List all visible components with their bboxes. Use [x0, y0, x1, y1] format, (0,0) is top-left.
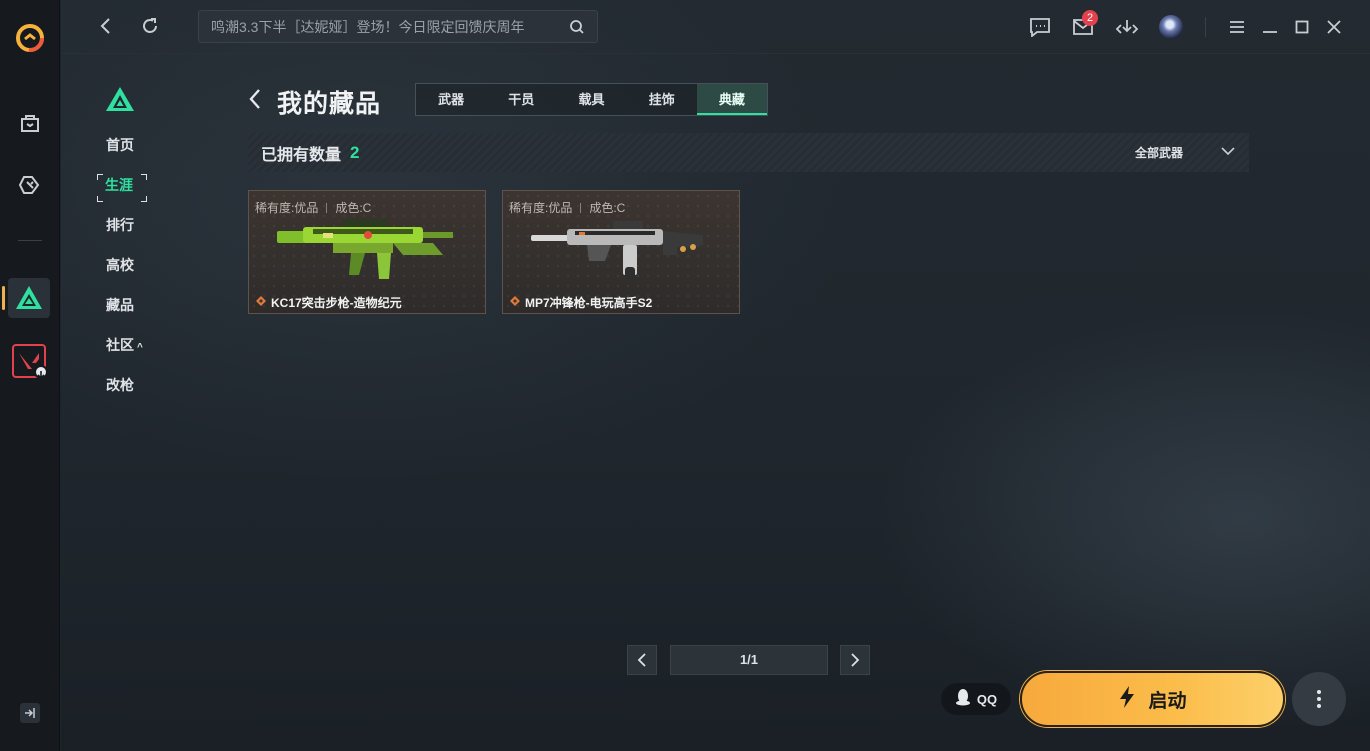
- qq-login-button[interactable]: QQ: [941, 683, 1011, 715]
- tab-charms[interactable]: 挂饰: [627, 84, 697, 115]
- meta-divider: [326, 202, 328, 213]
- nav-item-label: 藏品: [106, 297, 134, 313]
- collection-card[interactable]: 稀有度:优品 成色:C MP7冲锋枪-电玩高手S2: [502, 190, 740, 314]
- active-indicator: [2, 286, 5, 310]
- rail-divider: [18, 240, 42, 241]
- next-page-button[interactable]: [840, 645, 870, 675]
- card-rarity: 稀有度:优品: [509, 201, 573, 215]
- top-bar: 2: [61, 0, 1370, 54]
- nav-item-label: 改枪: [106, 377, 134, 393]
- refresh-icon[interactable]: [138, 14, 162, 38]
- avatar-image: [1159, 15, 1183, 39]
- weapon-filter-dropdown[interactable]: 全部武器: [1135, 143, 1235, 161]
- user-avatar[interactable]: [1158, 14, 1184, 40]
- maximize-icon[interactable]: [1291, 14, 1313, 40]
- qq-penguin-icon: [955, 688, 971, 711]
- tab-collector[interactable]: 典藏: [696, 84, 768, 115]
- nav-item-career[interactable]: 生涯: [105, 172, 143, 212]
- minimize-icon[interactable]: [1259, 14, 1281, 40]
- category-tabs: 武器 干员 载具 挂饰 典藏: [415, 83, 768, 116]
- card-name: KC17突击步枪-造物纪元: [271, 295, 402, 310]
- nav-item-label: 首页: [106, 137, 134, 153]
- owned-count-label: 已拥有数量: [261, 146, 342, 164]
- card-grade: 成色:C: [589, 201, 626, 215]
- app-window: 2: [0, 0, 1370, 751]
- more-vertical-icon: [1317, 690, 1321, 708]
- mail-icon[interactable]: 2: [1070, 10, 1098, 40]
- collapse-sidebar-icon[interactable]: [20, 703, 40, 723]
- left-rail: [0, 0, 60, 751]
- nav-item-community[interactable]: 社区 ^: [105, 332, 143, 372]
- tab-operators[interactable]: 干员: [486, 84, 556, 115]
- tab-vehicles[interactable]: 载具: [556, 84, 626, 115]
- prev-page-button[interactable]: [627, 645, 657, 675]
- meta-divider: [580, 202, 582, 213]
- filter-label: 全部武器: [1134, 145, 1183, 160]
- owned-count-value: 2: [350, 142, 360, 162]
- download-manager-icon[interactable]: [1114, 14, 1140, 40]
- chevron-right-icon: [851, 653, 860, 667]
- section-nav: 首页 生涯 排行 高校 藏品 社区 ^ 改枪: [105, 132, 143, 412]
- search-input[interactable]: [211, 18, 569, 35]
- topbar-divider: [1205, 17, 1206, 37]
- nav-item-campus[interactable]: 高校: [105, 252, 143, 292]
- search-icon[interactable]: [569, 19, 585, 35]
- delta-force-game-icon[interactable]: [8, 278, 50, 318]
- launch-button[interactable]: 启动: [1020, 671, 1285, 727]
- lightning-icon: [1118, 685, 1136, 714]
- nav-item-gunsmith[interactable]: 改枪: [105, 372, 143, 412]
- close-icon[interactable]: [1323, 14, 1345, 40]
- collection-card[interactable]: 稀有度:优品 成色:C KC17突击步枪-造物纪元: [248, 190, 486, 314]
- nav-item-label: 生涯: [101, 175, 137, 195]
- tab-weapons[interactable]: 武器: [416, 84, 486, 115]
- card-name: MP7冲锋枪-电玩高手S2: [525, 295, 653, 310]
- card-grade: 成色:C: [335, 201, 372, 215]
- client-logo-icon[interactable]: [14, 22, 46, 54]
- page-back-icon[interactable]: [248, 86, 268, 112]
- chevron-left-icon: [637, 653, 646, 667]
- back-icon[interactable]: [94, 14, 118, 38]
- owned-count-bar: 已拥有数量 2 全部武器: [248, 133, 1249, 172]
- qq-label: QQ: [976, 691, 998, 707]
- main-area: 2: [61, 0, 1370, 751]
- card-rarity: 稀有度:优品: [255, 201, 319, 215]
- card-name-row: MP7冲锋枪-电玩高手S2: [510, 293, 652, 311]
- nav-item-ranking[interactable]: 排行: [105, 212, 143, 252]
- nav-item-label: 社区: [106, 337, 134, 353]
- launch-label: 启动: [1148, 690, 1187, 712]
- chat-icon[interactable]: [1027, 14, 1053, 40]
- page-title: 我的藏品: [277, 90, 382, 118]
- chevron-down-icon: [1221, 143, 1235, 161]
- nav-item-home[interactable]: 首页: [105, 132, 143, 172]
- mp7-smg-image: [531, 221, 703, 281]
- download-badge-icon: [34, 365, 48, 380]
- expand-caret-icon: ^: [137, 342, 143, 353]
- nav-item-collection[interactable]: 藏品: [105, 292, 143, 332]
- nav-item-label: 排行: [106, 217, 134, 233]
- card-meta: 稀有度:优品 成色:C: [255, 199, 371, 216]
- rarity-diamond-icon: [510, 293, 520, 311]
- game-logo-icon: [105, 86, 135, 112]
- rarity-diamond-icon: [256, 293, 266, 311]
- gamepad-icon[interactable]: [15, 170, 45, 200]
- mail-unread-badge: 2: [1082, 10, 1098, 26]
- kc17-rifle-image: [277, 219, 453, 279]
- menu-icon[interactable]: [1226, 14, 1248, 40]
- more-options-button[interactable]: [1292, 672, 1346, 726]
- card-meta: 稀有度:优品 成色:C: [509, 199, 625, 216]
- nav-item-label: 高校: [106, 257, 134, 273]
- search-bar[interactable]: [198, 10, 598, 43]
- store-bag-icon[interactable]: [15, 108, 45, 138]
- card-name-row: KC17突击步枪-造物纪元: [256, 293, 402, 311]
- page-indicator: 1/1: [670, 645, 828, 675]
